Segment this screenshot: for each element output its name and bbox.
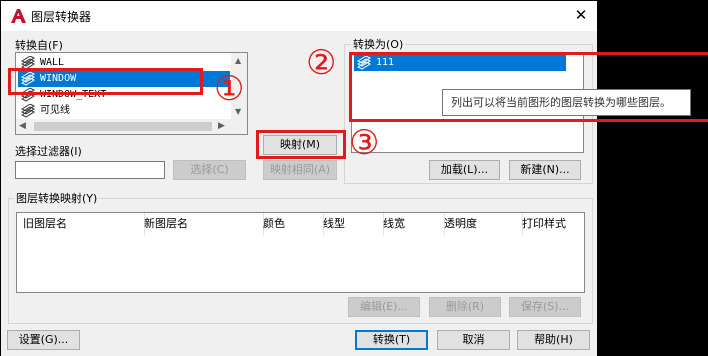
map-same-button[interactable]: 映射相同(A): [263, 160, 337, 180]
convert-to-label: 转换为(O): [351, 36, 406, 52]
annotation-box-map: [256, 130, 346, 159]
annotation-box-source: [8, 68, 203, 95]
convert-button[interactable]: 转换(T): [355, 330, 428, 350]
annotation-number-1: ①: [214, 69, 245, 109]
column-header[interactable]: 颜色: [257, 213, 324, 235]
settings-button[interactable]: 设置(G)...: [7, 330, 80, 350]
annotation-box-target: [349, 52, 708, 122]
delete-button[interactable]: 删除(R): [429, 297, 501, 317]
list-item[interactable]: 可见线: [18, 103, 230, 119]
save-button[interactable]: 保存(S)...: [509, 297, 581, 317]
column-header[interactable]: 打印样式: [516, 213, 590, 235]
mapping-label: 图层转换映射(Y): [14, 190, 100, 206]
edit-button[interactable]: 编辑(E)...: [348, 297, 420, 317]
convert-from-label: 转换自(F): [15, 39, 63, 52]
select-button[interactable]: 选择(C): [173, 160, 246, 180]
new-button[interactable]: 新建(N)...: [509, 160, 581, 180]
selection-filter-input[interactable]: [15, 161, 165, 179]
list-item-label: 可见线: [40, 105, 70, 116]
help-button[interactable]: 帮助(H): [517, 330, 590, 350]
close-button[interactable]: ✕: [570, 4, 592, 26]
annotation-number-2: ②: [306, 43, 337, 83]
column-header[interactable]: 线宽: [377, 213, 445, 235]
selection-filter-label: 选择过滤器(I): [15, 145, 82, 158]
dialog-title: 图层转换器: [31, 10, 92, 24]
scroll-left-icon[interactable]: ◀: [19, 121, 26, 131]
scroll-right-icon[interactable]: ▶: [218, 121, 225, 131]
layer-icon: [20, 104, 36, 118]
mapping-table[interactable]: 旧图层名 新图层名 颜色 线型 线宽 透明度 打印样式: [16, 212, 585, 293]
annotation-number-3: ③: [349, 123, 380, 163]
autocad-logo-icon: [11, 9, 26, 23]
cancel-button[interactable]: 取消: [437, 330, 510, 350]
scroll-up-icon[interactable]: ▲: [235, 56, 241, 65]
scrollbar-thumb[interactable]: [34, 122, 212, 131]
load-button[interactable]: 加载(L)...: [429, 160, 500, 180]
column-header[interactable]: 线型: [317, 213, 384, 235]
column-header[interactable]: 透明度: [438, 213, 523, 235]
column-header[interactable]: 旧图层名: [17, 213, 145, 235]
column-header[interactable]: 新图层名: [138, 213, 264, 235]
horizontal-scrollbar[interactable]: ◀ ▶: [16, 119, 247, 134]
